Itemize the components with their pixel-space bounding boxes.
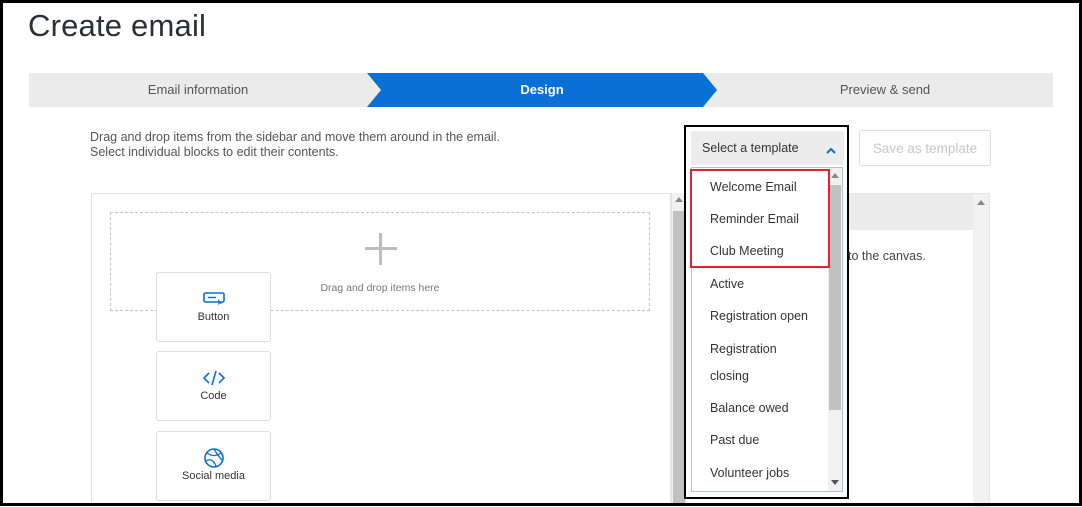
block-code-label: Code [200, 390, 227, 402]
block-social-media-label: Social media [182, 470, 245, 482]
block-button[interactable]: Button [156, 272, 271, 342]
option-registration-open[interactable]: Registration open [710, 309, 808, 323]
canvas-scrollbar[interactable] [671, 193, 685, 506]
option-volunteer-jobs[interactable]: Volunteer jobs [710, 466, 789, 480]
template-select-label: Select a template [702, 141, 799, 155]
plus-icon [365, 233, 397, 265]
block-social-media[interactable]: Social media [156, 431, 271, 501]
option-balance-owed[interactable]: Balance owed [710, 401, 789, 415]
block-code[interactable]: Code [156, 351, 271, 421]
sidebar-scrollbar[interactable] [973, 194, 989, 507]
instructions-line-2: Select individual blocks to edit their c… [90, 145, 339, 159]
sidebar-hint: to the canvas. [848, 249, 926, 263]
step-design[interactable]: Design [367, 73, 717, 107]
scroll-up-arrow-icon[interactable] [831, 173, 839, 178]
page-title: Create email [28, 8, 207, 43]
step-email-information[interactable]: Email information [29, 73, 367, 107]
scroll-up-arrow-icon[interactable] [977, 200, 985, 205]
instructions-line-1: Drag and drop items from the sidebar and… [90, 130, 500, 144]
options-scrollbar[interactable] [828, 168, 842, 491]
button-icon [157, 289, 270, 309]
block-button-label: Button [197, 311, 230, 323]
code-icon [157, 368, 270, 388]
option-registration-closing-line-1[interactable]: Registration [710, 342, 777, 356]
save-as-template-button[interactable]: Save as template [859, 130, 991, 166]
option-past-due[interactable]: Past due [710, 433, 759, 447]
globe-icon [157, 448, 270, 468]
template-select[interactable]: Select a template [691, 131, 844, 165]
scroll-down-arrow-icon[interactable] [831, 480, 839, 485]
options-scroll-thumb[interactable] [829, 185, 841, 410]
highlighted-templates-annotation [690, 169, 830, 268]
chevron-up-icon[interactable] [826, 143, 836, 154]
option-active[interactable]: Active [710, 277, 744, 291]
progress-stepper: Email information Design Preview & send [29, 73, 1053, 107]
step-preview-send[interactable]: Preview & send [717, 73, 1053, 107]
scroll-up-arrow-icon[interactable] [675, 197, 683, 202]
option-registration-closing-line-2[interactable]: closing [710, 369, 749, 383]
design-instructions: Drag and drop items from the sidebar and… [90, 130, 500, 160]
